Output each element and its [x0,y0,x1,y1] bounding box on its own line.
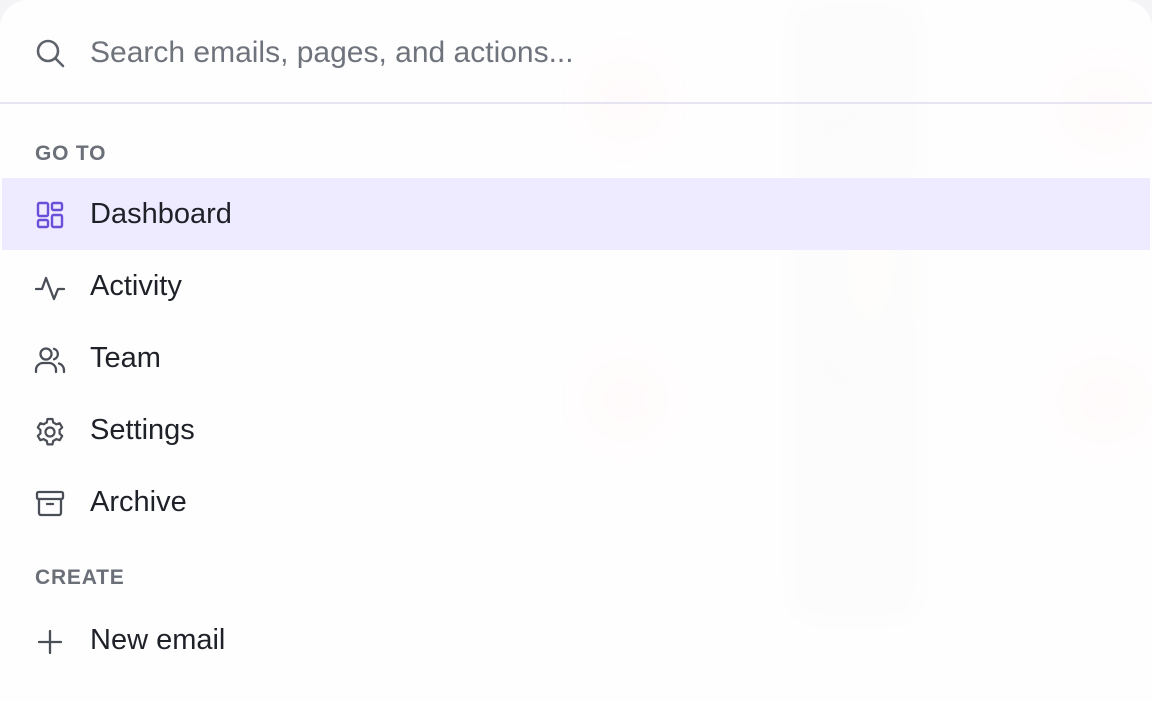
gear-icon [36,417,64,446]
menu-item-new-email[interactable]: New email [2,604,1150,676]
menu-item-dashboard[interactable]: Dashboard [2,178,1150,250]
menu-item-settings[interactable]: Settings [2,394,1150,466]
menu-item-label: Archive [90,486,187,518]
menu-item-label: Dashboard [90,198,232,230]
menu-item-team[interactable]: Team [2,322,1150,394]
activity-icon [34,276,66,301]
menu-item-label: Team [90,342,161,374]
menu-item-label: Activity [90,270,182,302]
section-title-create: CREATE [35,566,125,589]
team-icon [34,347,66,374]
plus-icon [37,629,63,655]
section-title-go-to: GO TO [35,142,107,165]
menu-item-label: Settings [90,414,195,446]
menu-item-archive[interactable]: Archive [2,466,1150,538]
command-palette: GO TO Dashboard Activity Team Settings [0,0,1152,702]
search-input[interactable] [90,30,1090,76]
search-bar [0,0,1152,104]
archive-icon [35,490,65,517]
search-icon [36,39,65,68]
menu-item-activity[interactable]: Activity [2,250,1150,322]
menu-item-label: New email [90,624,226,656]
dashboard-icon [36,201,64,229]
